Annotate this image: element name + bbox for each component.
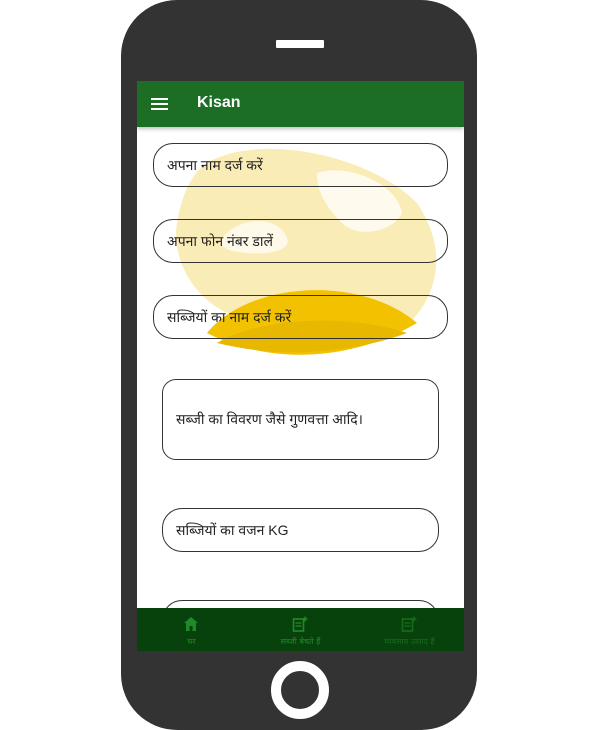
vegetable-name-input[interactable]: सब्जियों का नाम दर्ज करें bbox=[153, 295, 448, 339]
bottom-navigation: घर सब्जी बेचते हैं व्यवसाय उत्पाद है bbox=[137, 608, 464, 651]
nav-sell-vegetables[interactable]: सब्जी बेचते हैं bbox=[246, 608, 355, 651]
app-screen: Kisan अपना नाम दर्ज करें अपना फोन नंबर ड… bbox=[137, 81, 464, 651]
phone-speaker bbox=[276, 40, 324, 48]
menu-icon[interactable] bbox=[151, 98, 168, 110]
nav-home[interactable]: घर bbox=[137, 608, 246, 651]
phone-input[interactable]: अपना फोन नंबर डालें bbox=[153, 219, 448, 263]
app-bar: Kisan bbox=[137, 81, 464, 127]
description-textarea[interactable]: सब्जी का विवरण जैसे गुणवत्ता आदि। bbox=[162, 379, 439, 460]
nav-sell-vegetables-label: सब्जी बेचते हैं bbox=[280, 637, 321, 646]
add-note-icon bbox=[401, 616, 417, 632]
weight-input[interactable]: सब्जियों का वजन KG bbox=[162, 508, 439, 552]
nav-business-products[interactable]: व्यवसाय उत्पाद है bbox=[355, 608, 464, 651]
name-input[interactable]: अपना नाम दर्ज करें bbox=[153, 143, 448, 187]
app-title: Kisan bbox=[197, 94, 241, 111]
nav-business-products-label: व्यवसाय उत्पाद है bbox=[384, 637, 435, 646]
phone-home-button[interactable] bbox=[271, 661, 329, 719]
home-icon bbox=[184, 617, 198, 631]
nav-home-label: घर bbox=[187, 637, 196, 646]
add-note-icon bbox=[292, 616, 308, 632]
